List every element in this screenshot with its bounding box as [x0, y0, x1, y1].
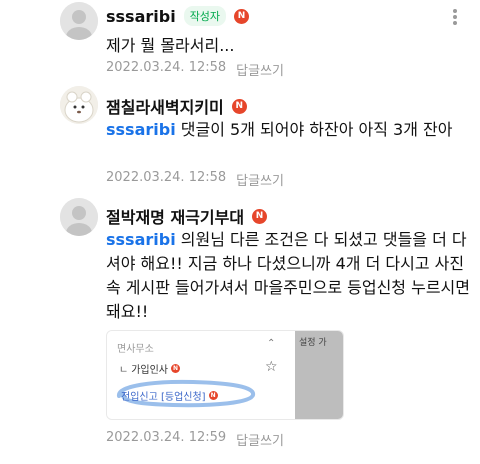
author-name[interactable]: 잼칠라새벽지키미 — [106, 94, 224, 118]
comment-author: 절박재명 재극기부대 N — [106, 204, 268, 228]
comment-body: 댓글이 5개 되어야 하잔아 아직 3개 잔아 — [180, 120, 453, 139]
mention-link[interactable]: sssaribi — [106, 230, 176, 249]
comment-date: 2022.03.24. 12:58 — [106, 170, 227, 185]
star-outline-icon: ☆ — [265, 359, 278, 375]
reply-button[interactable]: 답글쓰기 — [236, 170, 284, 189]
comment-meta: 2022.03.24. 12:59 답글쓰기 — [106, 430, 284, 449]
avatar[interactable] — [60, 86, 98, 124]
avatar[interactable] — [60, 198, 98, 236]
menu-item-label: 가입인사 — [131, 365, 169, 376]
menu-title: 면사무소 — [117, 344, 154, 355]
new-badge: N — [208, 391, 218, 400]
mention-link[interactable]: sssaribi — [106, 120, 176, 139]
comment-body: 제가 뭘 몰라서리... — [106, 36, 235, 55]
menu-item-label: 전입신고 [등업신청] — [121, 392, 206, 403]
comment-author: 잼칠라새벽지키미 N — [106, 94, 247, 118]
branch-icon: ㄴ — [119, 365, 129, 376]
comment-text: sssaribi 의원님 다른 조건은 다 되셨고 댓들을 더 다셔야 해요!!… — [106, 228, 472, 324]
avatar[interactable] — [60, 2, 98, 40]
author-name[interactable]: 절박재명 재극기부대 — [106, 204, 244, 228]
menu-item-greeting: ㄴ 가입인사 N — [119, 361, 181, 376]
new-badge: N — [231, 98, 247, 114]
new-badge: N — [252, 208, 268, 224]
chevron-up-icon: ⌃ — [267, 338, 276, 349]
writer-badge: 작성자 — [183, 6, 227, 26]
comment-date: 2022.03.24. 12:59 — [106, 430, 227, 445]
new-badge: N — [234, 8, 250, 24]
dimmed-side-panel: 설정 가 — [295, 331, 343, 419]
comment-text: sssaribi 댓글이 5개 되어야 하잔아 아직 3개 잔아 — [106, 118, 472, 142]
comment-meta: 2022.03.24. 12:58 답글쓰기 — [106, 60, 284, 79]
comment-meta: 2022.03.24. 12:58 답글쓰기 — [106, 170, 284, 189]
menu-panel: 면사무소 ⌃ ㄴ 가입인사 N ☆ 전입신고 [등업신청] N — [107, 331, 295, 419]
more-vertical-icon[interactable] — [452, 6, 458, 28]
menu-item-register: 전입신고 [등업신청] N — [121, 388, 218, 403]
comment-author: sssaribi 작성자 N — [106, 6, 250, 26]
comment-date: 2022.03.24. 12:58 — [106, 60, 227, 75]
new-badge: N — [171, 364, 181, 373]
reply-button[interactable]: 답글쓰기 — [236, 430, 284, 449]
comment-text: 제가 뭘 몰라서리... — [106, 34, 472, 58]
attached-image[interactable]: 면사무소 ⌃ ㄴ 가입인사 N ☆ 전입신고 [등업신청] N 설정 가 — [106, 330, 344, 420]
side-peek-text: 설정 가 — [299, 338, 327, 348]
reply-button[interactable]: 답글쓰기 — [236, 60, 284, 79]
author-name[interactable]: sssaribi — [106, 7, 176, 26]
